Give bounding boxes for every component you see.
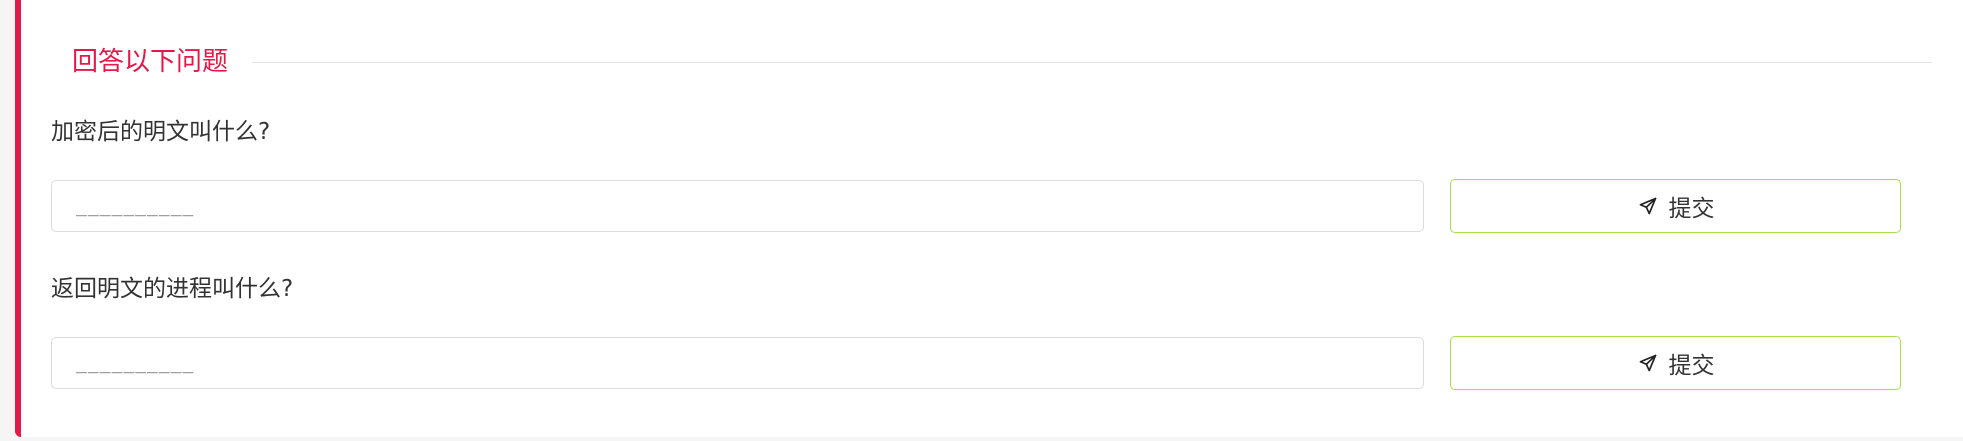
question-1-answer-input[interactable] <box>51 180 1424 232</box>
section-divider <box>252 61 1932 63</box>
send-icon <box>1637 352 1659 374</box>
question-1-submit-button[interactable]: 提交 <box>1450 179 1901 233</box>
section-title: 回答以下问题 <box>72 47 229 77</box>
question-2-submit-label: 提交 <box>1668 353 1715 379</box>
question-1-submit-label: 提交 <box>1668 196 1715 222</box>
send-icon <box>1637 195 1659 217</box>
question-2-label: 返回明文的进程叫什么? <box>51 276 294 302</box>
question-2-answer-input[interactable] <box>51 337 1424 389</box>
question-2-submit-button[interactable]: 提交 <box>1450 336 1901 390</box>
question-1-label: 加密后的明文叫什么? <box>51 119 271 145</box>
section-header: 回答以下问题 <box>72 40 1932 84</box>
